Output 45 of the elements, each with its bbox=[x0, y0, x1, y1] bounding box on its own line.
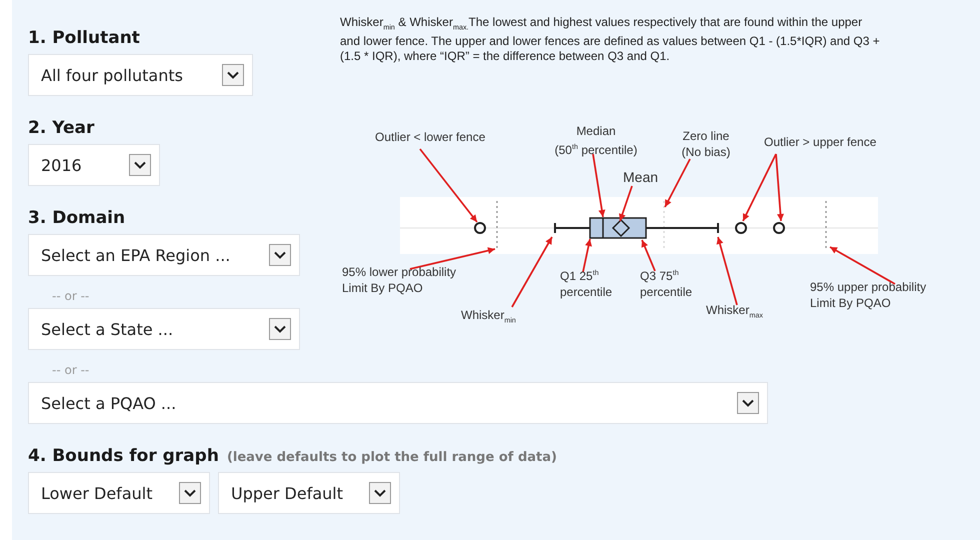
separator-text: -- or -- bbox=[52, 289, 90, 303]
callout-label: Zero line (No bias) bbox=[680, 128, 732, 160]
callout-arrow bbox=[582, 239, 592, 273]
chevron-down-icon bbox=[179, 482, 201, 504]
dropdown[interactable]: Upper Default bbox=[218, 472, 400, 514]
dropdown[interactable]: Select a State ... bbox=[28, 308, 300, 350]
callout-arrow bbox=[618, 186, 633, 222]
callout-label: Outlier < lower fence bbox=[375, 129, 486, 146]
step-heading: 1. Pollutant bbox=[28, 28, 140, 48]
dropdown[interactable]: All four pollutants bbox=[28, 54, 253, 96]
step-heading: 2. Year bbox=[28, 118, 94, 138]
dropdown[interactable]: Select an EPA Region ... bbox=[28, 234, 300, 276]
chevron-down-icon bbox=[129, 154, 151, 176]
step-heading: 4. Bounds for graph bbox=[28, 446, 219, 466]
dropdown[interactable]: Lower Default bbox=[28, 472, 210, 514]
step-heading: 3. Domain bbox=[28, 208, 126, 228]
chevron-down-icon bbox=[269, 244, 291, 266]
callout-label: Q3 75$^{th}$ percentile bbox=[640, 267, 694, 300]
outlier-marker bbox=[474, 222, 486, 234]
chevron-down-icon bbox=[222, 64, 244, 86]
callout-label: 95% upper probability Limit By PQAO bbox=[810, 279, 928, 312]
chevron-down-icon bbox=[269, 318, 291, 340]
outlier-marker bbox=[735, 222, 747, 234]
dropdown[interactable]: 2016 bbox=[28, 144, 160, 186]
callout-label: Median (50$^{th}$ percentile) bbox=[554, 123, 638, 158]
box bbox=[589, 218, 647, 240]
mean-marker bbox=[612, 219, 630, 238]
callout-label: Outlier > upper fence bbox=[764, 134, 878, 150]
callout-label: Whisker$_{min}$ bbox=[461, 307, 517, 327]
callout-arrow bbox=[664, 158, 691, 208]
median-line bbox=[602, 218, 604, 238]
chevron-down-icon bbox=[737, 392, 759, 414]
chevron-down-icon bbox=[369, 482, 391, 504]
step-hint: (leave defaults to plot the full range of data) bbox=[226, 450, 557, 465]
dropdown[interactable]: Select a PQAO ... bbox=[28, 382, 768, 424]
callout-label: Whisker$_{max}$ bbox=[706, 302, 764, 322]
callout-label: Q1 25$^{th}$ percentile bbox=[560, 267, 614, 300]
separator-text: -- or -- bbox=[52, 363, 90, 377]
callout-arrow bbox=[716, 237, 738, 306]
callout-arrow bbox=[511, 236, 553, 308]
legend-note: Whisker$_{min}$ & Whisker$_{max.}$The lowest and highest values respectively that are found within the upper and lower fence. The upper and lower fences are defined as values between Q1 - (1.5*IQR) and Q3 + (1.5 * IQR), where “IQR” = the difference between Q3 and Q1. bbox=[340, 15, 880, 64]
callout-arrow bbox=[641, 240, 656, 272]
outlier-marker bbox=[773, 222, 785, 234]
callout-label: 95% lower probability Limit By PQAO bbox=[342, 264, 458, 296]
callout-label: Mean bbox=[623, 169, 660, 186]
